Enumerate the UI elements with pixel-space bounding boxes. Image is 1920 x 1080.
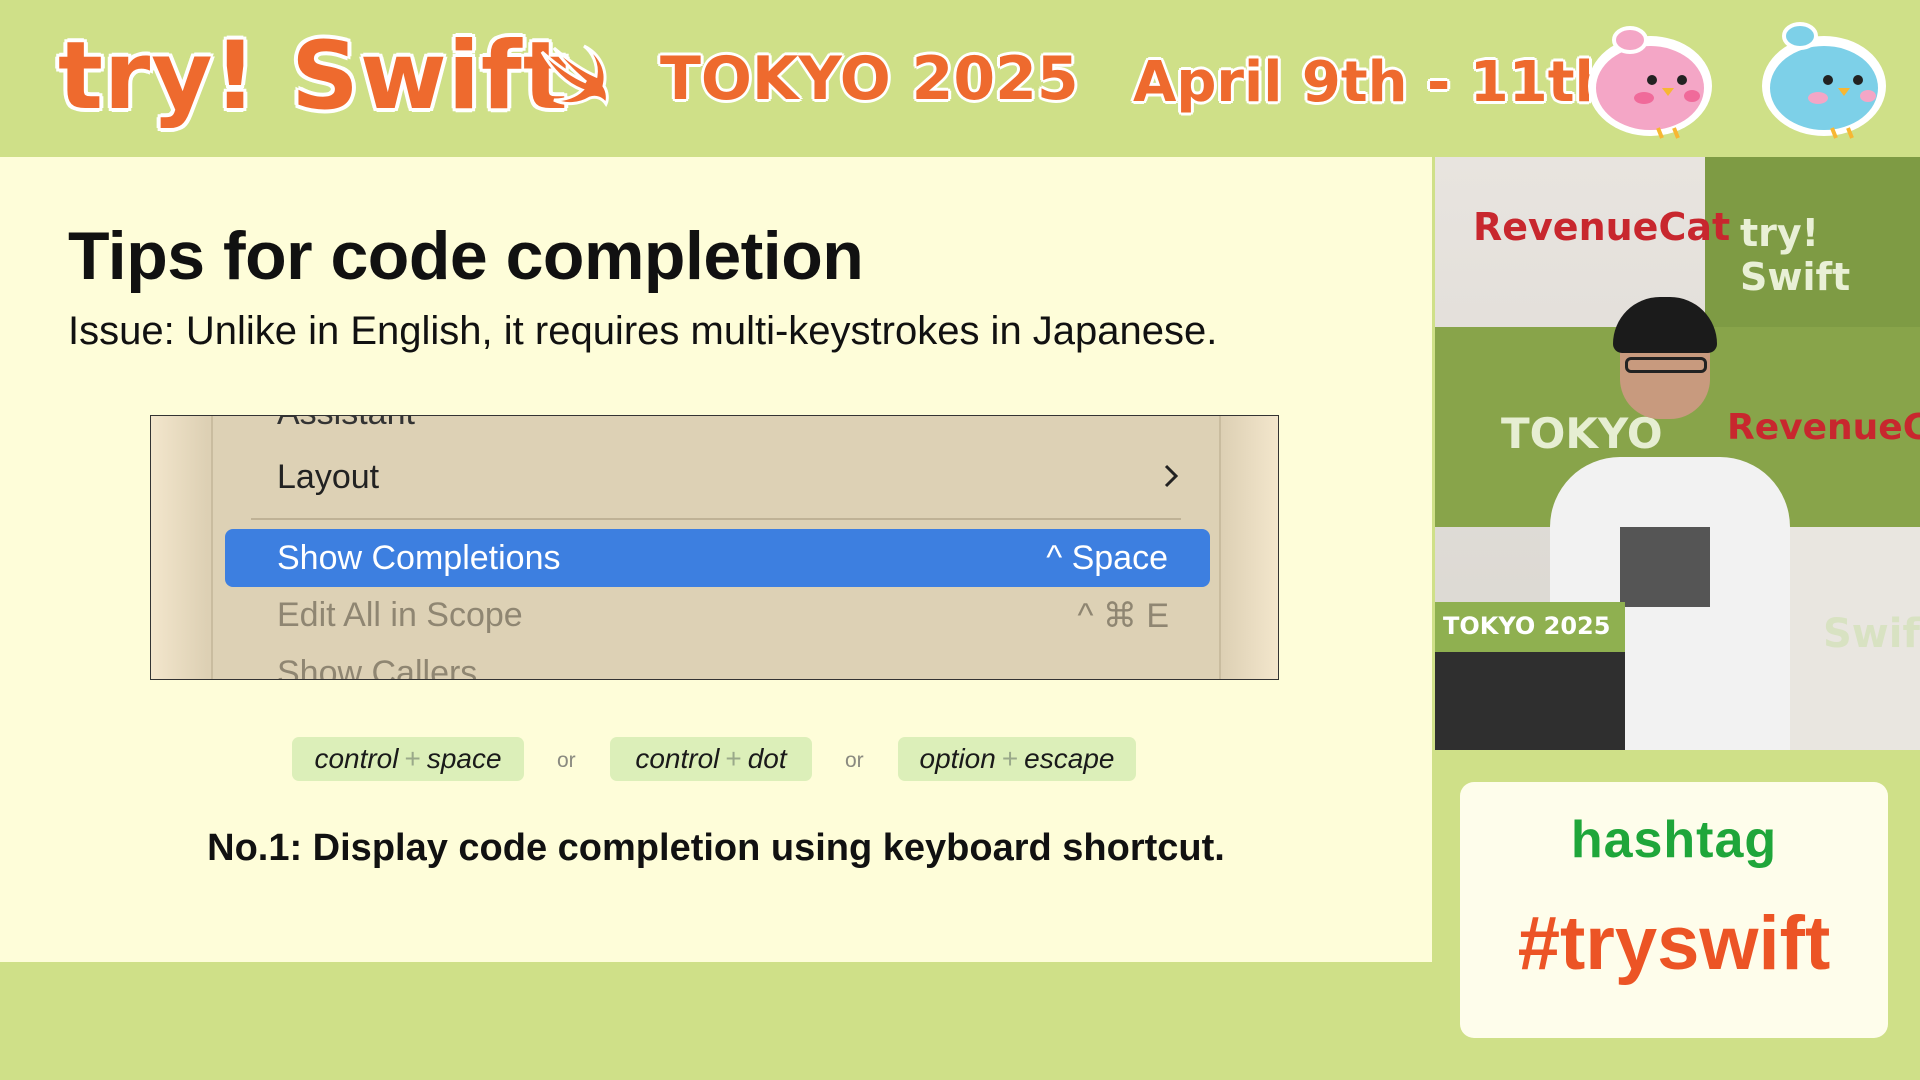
menu-item-label: Show Callers (277, 654, 478, 680)
key-name: dot (747, 743, 787, 774)
hashtag-label: hashtag (1570, 811, 1778, 869)
slide-title: Tips for code completion (68, 218, 864, 294)
presentation-slide: Tips for code completion Issue: Unlike i… (0, 157, 1432, 962)
speaker-video-feed: RevenueCat try! Swift TOKYO RevenueCat S… (1435, 157, 1920, 750)
menu-item-shortcut: ^ Space (1046, 539, 1168, 577)
shortcut-control-space: control + space (292, 737, 524, 781)
plus-sign: + (725, 743, 742, 774)
event-banner: try! Swift TOKYO 2025 April 9th - 11th (0, 0, 1920, 157)
event-logo: Swift (1823, 611, 1920, 657)
or-separator: or (845, 749, 864, 772)
key-name: escape (1024, 743, 1115, 774)
slide-caption: No.1: Display code completion using keyb… (207, 827, 1225, 869)
sponsor-logo: RevenueCat (1727, 407, 1920, 448)
menu-separator (251, 518, 1181, 520)
plus-sign: + (1001, 743, 1019, 774)
menu-item-layout[interactable]: Layout (213, 448, 1219, 504)
hashtag-value: #tryswift (1517, 901, 1831, 986)
context-menu: Assistant Layout Show Completions ^ Spac… (211, 416, 1221, 680)
menu-item-edit-all-in-scope: Edit All in Scope ^ ⌘ E (213, 586, 1219, 642)
shortcut-option-escape: option + escape (898, 737, 1136, 781)
event-name: TOKYO 2025 (660, 44, 1079, 114)
event-logo: try! Swift (1740, 211, 1851, 299)
hashtag-card: hashtag #tryswift (1460, 782, 1888, 1038)
event-logo: TOKYO (1501, 409, 1663, 458)
brand-title: try! Swift (58, 22, 569, 131)
podium-label: TOKYO 2025 (1443, 612, 1611, 640)
sponsor-logo: RevenueCat (1473, 205, 1731, 249)
swift-bird-icon (540, 44, 609, 107)
menu-item-shortcut: ^ ⌘ E (1077, 597, 1169, 635)
or-separator: or (557, 749, 576, 772)
event-dates: April 9th - 11th (1133, 50, 1615, 115)
menu-item-label: Layout (277, 458, 380, 496)
menu-item-assistant[interactable]: Assistant (213, 416, 1219, 440)
menu-item-show-completions[interactable]: Show Completions ^ Space (225, 529, 1210, 587)
plus-sign: + (404, 743, 421, 774)
menu-item-label: Edit All in Scope (277, 596, 523, 634)
menu-item-show-callers: Show Callers (213, 644, 1219, 680)
pink-bird-mascot-icon (1588, 26, 1712, 139)
menu-item-label: Show Completions (277, 539, 561, 577)
key-modifier: control (314, 743, 399, 774)
shortcut-control-dot: control + dot (610, 737, 812, 781)
blue-bird-mascot-icon (1762, 22, 1886, 139)
key-name: space (426, 743, 502, 774)
shirt-print (1620, 527, 1710, 607)
xcode-menu-screenshot: Assistant Layout Show Completions ^ Spac… (150, 415, 1279, 680)
chevron-right-icon (1164, 464, 1179, 488)
speaker-glasses (1625, 357, 1707, 373)
slide-subtitle: Issue: Unlike in English, it requires mu… (68, 309, 1218, 353)
menu-item-label: Assistant (277, 416, 415, 433)
shortcut-options: control + space or control + dot or option + e… (0, 737, 1432, 783)
key-modifier: control (635, 743, 720, 774)
podium-sign: TOKYO 2025 (1435, 602, 1625, 652)
key-modifier: option (919, 743, 996, 774)
